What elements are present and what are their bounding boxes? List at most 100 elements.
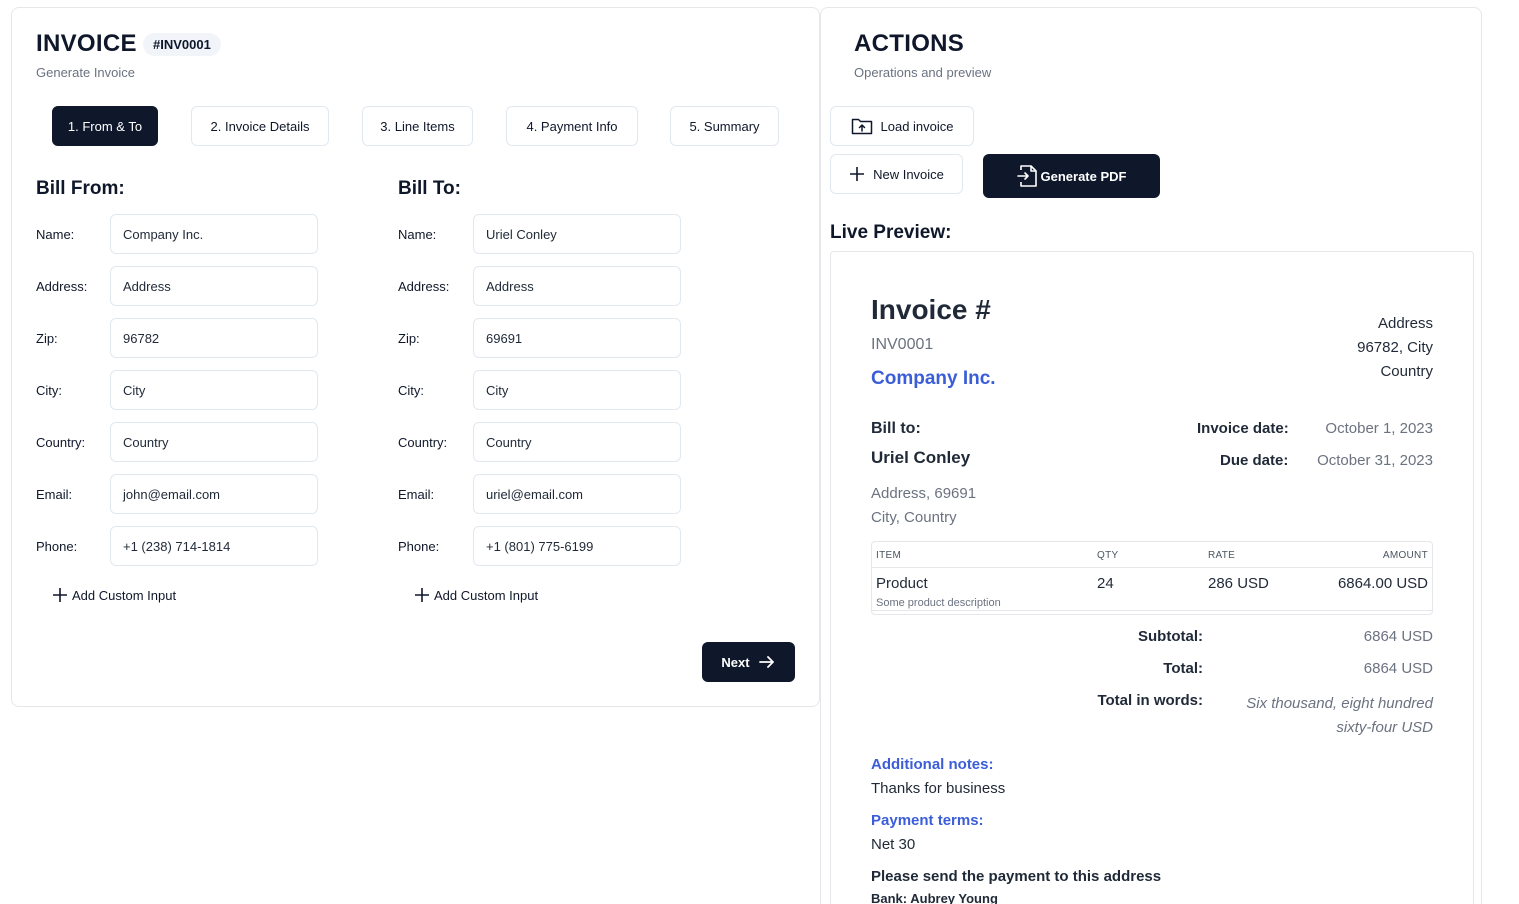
to-address-label: Address: [398, 279, 450, 294]
tab-payment-info[interactable]: 4. Payment Info [506, 106, 638, 146]
next-label: Next [721, 654, 750, 670]
preview-title: Invoice # [871, 294, 991, 325]
to-country-label: Country: [398, 435, 448, 450]
preview-client-name: Uriel Conley [871, 448, 971, 467]
bill-to-heading: Bill To: [398, 178, 461, 199]
plus-icon [415, 588, 429, 602]
to-phone-label: Phone: [398, 539, 440, 554]
to-email-label: Email: [398, 487, 435, 502]
preview-items-table: ITEM QTY RATE AMOUNT Product Some produc… [871, 541, 1433, 615]
table-cell-qty: 24 [1097, 575, 1114, 592]
table-header-qty: QTY [1097, 550, 1119, 561]
preview-total-in-words: Six thousand, eight hundred sixty-four U… [1246, 692, 1433, 740]
preview-subtotal-label: Subtotal: [1138, 628, 1203, 645]
form-title: INVOICE [36, 30, 137, 57]
actions-title: ACTIONS [854, 30, 965, 57]
tab-invoice-details[interactable]: 2. Invoice Details [191, 106, 329, 146]
file-export-icon [1016, 165, 1037, 187]
preview-notes-label: Additional notes: [871, 756, 994, 773]
to-country-input[interactable]: Country [473, 422, 681, 462]
to-address-input[interactable]: Address [473, 266, 681, 306]
to-zip-label: Zip: [398, 331, 420, 346]
to-phone-input[interactable]: +1 (801) 775-6199 [473, 526, 681, 566]
tab-summary[interactable]: 5. Summary [670, 106, 779, 146]
sender-address-line: Country [1380, 363, 1433, 380]
preview-invoice-date: October 1, 2023 [1325, 420, 1433, 437]
client-address-line: City, Country [871, 509, 957, 526]
preview-due-date-label: Due date: [1220, 452, 1289, 469]
client-address-line: Address, 69691 [871, 485, 977, 502]
words-line: sixty-four USD [1336, 719, 1433, 736]
next-button[interactable]: Next [702, 642, 795, 682]
tab-from-to[interactable]: 1. From & To [52, 106, 158, 146]
invoice-number-badge: #INV0001 [143, 33, 221, 56]
preview-payment-heading: Please send the payment to this address [871, 868, 1162, 885]
words-line: Six thousand, eight hundred [1246, 695, 1433, 712]
from-email-label: Email: [36, 487, 73, 502]
preview-notes: Thanks for business [871, 780, 1006, 797]
invoice-preview: Invoice # INV0001 Company Inc. Address 9… [830, 251, 1474, 904]
from-name-input[interactable]: Company Inc. [110, 214, 318, 254]
to-city-input[interactable]: City [473, 370, 681, 410]
table-cell-rate: 286 USD [1208, 575, 1269, 592]
preview-terms-label: Payment terms: [871, 812, 984, 829]
actions-card: ACTIONS Operations and preview Load invo… [820, 7, 1482, 904]
to-email-input[interactable]: uriel@email.com [473, 474, 681, 514]
from-country-input[interactable]: Country [110, 422, 318, 462]
preview-terms: Net 30 [871, 836, 916, 853]
new-invoice-label: New Invoice [873, 166, 944, 182]
preview-bank-line: Bank: Aubrey Young [871, 891, 998, 904]
table-header-amount: AMOUNT [1382, 550, 1428, 561]
load-invoice-label: Load invoice [880, 118, 954, 134]
generate-pdf-button[interactable]: Generate PDF [983, 154, 1160, 198]
to-add-custom-label: Add Custom Input [434, 587, 539, 603]
from-add-custom-input-button[interactable]: Add Custom Input [52, 587, 176, 603]
preview-words-label: Total in words: [1097, 692, 1203, 709]
table-header-item: ITEM [876, 550, 902, 561]
to-add-custom-input-button[interactable]: Add Custom Input [414, 587, 538, 603]
to-city-label: City: [398, 383, 424, 398]
from-add-custom-label: Add Custom Input [72, 587, 177, 603]
sender-address-line: 96782, City [1357, 339, 1433, 356]
preview-bill-to-label: Bill to: [871, 420, 921, 437]
from-address-label: Address: [36, 279, 88, 294]
from-name-label: Name: [36, 227, 75, 242]
from-address-input[interactable]: Address [110, 266, 318, 306]
sender-address-line: Address [1377, 315, 1433, 332]
preview-total: 6864 USD [1363, 660, 1433, 677]
to-zip-input[interactable]: 69691 [473, 318, 681, 358]
from-zip-input[interactable]: 96782 [110, 318, 318, 358]
preview-invoice-number: INV0001 [871, 336, 934, 353]
new-invoice-button[interactable]: New Invoice [830, 154, 963, 194]
preview-total-label: Total: [1163, 660, 1203, 677]
form-subtitle: Generate Invoice [36, 65, 136, 80]
table-cell-item: Product [876, 575, 928, 592]
from-zip-label: Zip: [36, 331, 58, 346]
to-name-input[interactable]: Uriel Conley [473, 214, 681, 254]
live-preview-heading: Live Preview: [830, 222, 952, 243]
preview-company-name: Company Inc. [871, 368, 996, 389]
preview-client-address: Address, 69691 City, Country [871, 482, 976, 530]
plus-icon [53, 588, 67, 602]
from-email-input[interactable]: john@email.com [110, 474, 318, 514]
table-cell-amount: 6864.00 USD [1337, 575, 1428, 592]
table-divider [872, 610, 1432, 611]
actions-subtitle: Operations and preview [854, 65, 992, 80]
preview-sender-address: Address 96782, City Country [1357, 312, 1433, 384]
preview-subtotal: 6864 USD [1363, 628, 1433, 645]
bill-from-heading: Bill From: [36, 178, 125, 199]
from-city-input[interactable]: City [110, 370, 318, 410]
generate-pdf-label: Generate PDF [1040, 168, 1127, 184]
tab-line-items[interactable]: 3. Line Items [362, 106, 473, 146]
load-invoice-button[interactable]: Load invoice [830, 106, 974, 146]
table-cell-description: Some product description [876, 597, 1001, 609]
from-phone-label: Phone: [36, 539, 78, 554]
table-divider [872, 567, 1432, 568]
preview-due-date: October 31, 2023 [1317, 452, 1433, 469]
arrow-right-icon [758, 656, 774, 668]
from-country-label: Country: [36, 435, 86, 450]
from-phone-input[interactable]: +1 (238) 714-1814 [110, 526, 318, 566]
from-city-label: City: [36, 383, 62, 398]
table-header-rate: RATE [1208, 550, 1236, 561]
plus-icon [850, 167, 865, 181]
